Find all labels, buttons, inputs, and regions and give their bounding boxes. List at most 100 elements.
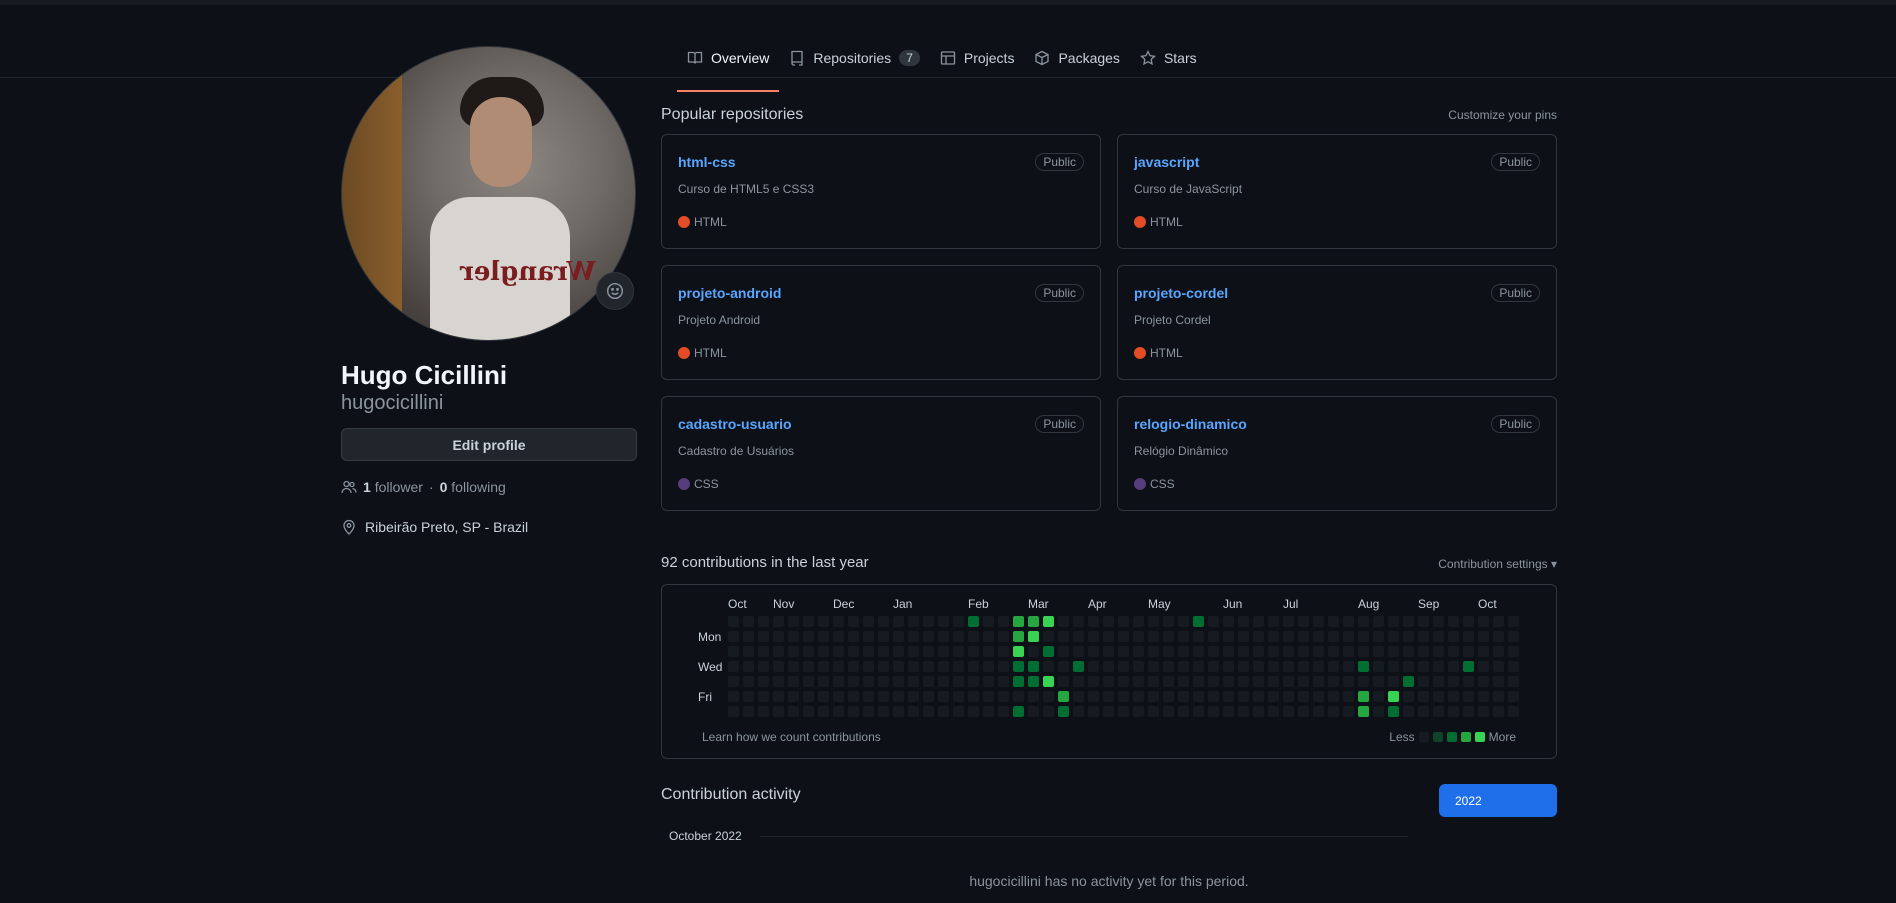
contribution-day-cell[interactable] xyxy=(1162,645,1175,658)
contribution-day-cell[interactable] xyxy=(1372,660,1385,673)
contribution-day-cell[interactable] xyxy=(1462,645,1475,658)
contribution-day-cell[interactable] xyxy=(1192,630,1205,643)
contribution-day-cell[interactable] xyxy=(742,645,755,658)
contribution-day-cell[interactable] xyxy=(757,675,770,688)
contribution-day-cell[interactable] xyxy=(757,645,770,658)
year-2022-button[interactable]: 2022 xyxy=(1439,784,1557,817)
contribution-day-cell[interactable] xyxy=(1192,660,1205,673)
contribution-day-cell[interactable] xyxy=(1447,630,1460,643)
contribution-day-cell[interactable] xyxy=(1162,660,1175,673)
contribution-day-cell[interactable] xyxy=(1027,660,1040,673)
contribution-day-cell[interactable] xyxy=(1267,675,1280,688)
contribution-day-cell[interactable] xyxy=(1057,705,1070,718)
contribution-day-cell[interactable] xyxy=(1282,615,1295,628)
contribution-day-cell[interactable] xyxy=(787,675,800,688)
contribution-day-cell[interactable] xyxy=(1477,675,1490,688)
contribution-day-cell[interactable] xyxy=(727,660,740,673)
contribution-day-cell[interactable] xyxy=(997,630,1010,643)
contribution-day-cell[interactable] xyxy=(1102,660,1115,673)
contribution-day-cell[interactable] xyxy=(1192,615,1205,628)
contribution-day-cell[interactable] xyxy=(757,615,770,628)
contribution-day-cell[interactable] xyxy=(1402,690,1415,703)
contribution-day-cell[interactable] xyxy=(1447,690,1460,703)
contribution-day-cell[interactable] xyxy=(1462,630,1475,643)
contribution-day-cell[interactable] xyxy=(742,630,755,643)
contribution-day-cell[interactable] xyxy=(982,660,995,673)
contribution-day-cell[interactable] xyxy=(1357,660,1370,673)
contribution-day-cell[interactable] xyxy=(1297,675,1310,688)
followers-link[interactable]: 1 follower xyxy=(363,479,423,495)
contribution-day-cell[interactable] xyxy=(1372,645,1385,658)
contribution-day-cell[interactable] xyxy=(1402,630,1415,643)
contribution-day-cell[interactable] xyxy=(1252,690,1265,703)
contribution-day-cell[interactable] xyxy=(1207,675,1220,688)
contribution-day-cell[interactable] xyxy=(787,645,800,658)
contribution-day-cell[interactable] xyxy=(727,690,740,703)
contribution-day-cell[interactable] xyxy=(1102,675,1115,688)
repo-name-link[interactable]: projeto-cordel xyxy=(1134,285,1228,301)
contribution-day-cell[interactable] xyxy=(1402,705,1415,718)
contribution-day-cell[interactable] xyxy=(1282,675,1295,688)
contribution-day-cell[interactable] xyxy=(1492,660,1505,673)
contribution-day-cell[interactable] xyxy=(1027,645,1040,658)
contribution-day-cell[interactable] xyxy=(1012,690,1025,703)
contribution-day-cell[interactable] xyxy=(1312,705,1325,718)
contribution-day-cell[interactable] xyxy=(1057,630,1070,643)
contribution-day-cell[interactable] xyxy=(1027,705,1040,718)
contribution-day-cell[interactable] xyxy=(1072,690,1085,703)
contribution-day-cell[interactable] xyxy=(727,675,740,688)
contribution-day-cell[interactable] xyxy=(1447,660,1460,673)
contribution-day-cell[interactable] xyxy=(967,705,980,718)
contribution-day-cell[interactable] xyxy=(952,630,965,643)
contribution-day-cell[interactable] xyxy=(772,630,785,643)
contribution-day-cell[interactable] xyxy=(1207,705,1220,718)
contribution-day-cell[interactable] xyxy=(922,645,935,658)
contribution-day-cell[interactable] xyxy=(1297,705,1310,718)
contribution-day-cell[interactable] xyxy=(1447,705,1460,718)
contribution-day-cell[interactable] xyxy=(1177,690,1190,703)
contribution-day-cell[interactable] xyxy=(1027,690,1040,703)
contribution-day-cell[interactable] xyxy=(892,690,905,703)
repo-name-link[interactable]: cadastro-usuario xyxy=(678,416,792,432)
contribution-day-cell[interactable] xyxy=(1477,660,1490,673)
contribution-day-cell[interactable] xyxy=(817,645,830,658)
contribution-day-cell[interactable] xyxy=(1357,630,1370,643)
contribution-day-cell[interactable] xyxy=(1267,630,1280,643)
contribution-day-cell[interactable] xyxy=(937,630,950,643)
contribution-day-cell[interactable] xyxy=(1147,645,1160,658)
contribution-day-cell[interactable] xyxy=(1402,675,1415,688)
contribution-day-cell[interactable] xyxy=(832,630,845,643)
contribution-day-cell[interactable] xyxy=(1087,615,1100,628)
contribution-day-cell[interactable] xyxy=(1147,615,1160,628)
contribution-day-cell[interactable] xyxy=(1402,615,1415,628)
contribution-day-cell[interactable] xyxy=(1267,660,1280,673)
contribution-day-cell[interactable] xyxy=(1282,645,1295,658)
contribution-day-cell[interactable] xyxy=(1057,675,1070,688)
contribution-day-cell[interactable] xyxy=(1327,660,1340,673)
contribution-day-cell[interactable] xyxy=(997,675,1010,688)
contribution-day-cell[interactable] xyxy=(1432,615,1445,628)
contribution-day-cell[interactable] xyxy=(802,690,815,703)
contribution-day-cell[interactable] xyxy=(862,645,875,658)
contribution-day-cell[interactable] xyxy=(1147,675,1160,688)
contribution-day-cell[interactable] xyxy=(757,630,770,643)
contribution-day-cell[interactable] xyxy=(742,675,755,688)
contribution-day-cell[interactable] xyxy=(1342,630,1355,643)
contribution-day-cell[interactable] xyxy=(1162,690,1175,703)
contribution-day-cell[interactable] xyxy=(1012,705,1025,718)
contribution-day-cell[interactable] xyxy=(1387,660,1400,673)
contribution-day-cell[interactable] xyxy=(1192,675,1205,688)
contribution-day-cell[interactable] xyxy=(967,660,980,673)
contribution-day-cell[interactable] xyxy=(982,690,995,703)
tab-packages[interactable]: Packages xyxy=(1024,43,1129,73)
edit-profile-button[interactable]: Edit profile xyxy=(341,428,637,461)
repo-name-link[interactable]: javascript xyxy=(1134,154,1199,170)
contribution-day-cell[interactable] xyxy=(1507,645,1520,658)
contribution-day-cell[interactable] xyxy=(1387,690,1400,703)
contribution-day-cell[interactable] xyxy=(997,705,1010,718)
contribution-day-cell[interactable] xyxy=(1042,675,1055,688)
contribution-day-cell[interactable] xyxy=(982,705,995,718)
contribution-day-cell[interactable] xyxy=(1177,675,1190,688)
contribution-day-cell[interactable] xyxy=(1237,645,1250,658)
contribution-day-cell[interactable] xyxy=(862,690,875,703)
